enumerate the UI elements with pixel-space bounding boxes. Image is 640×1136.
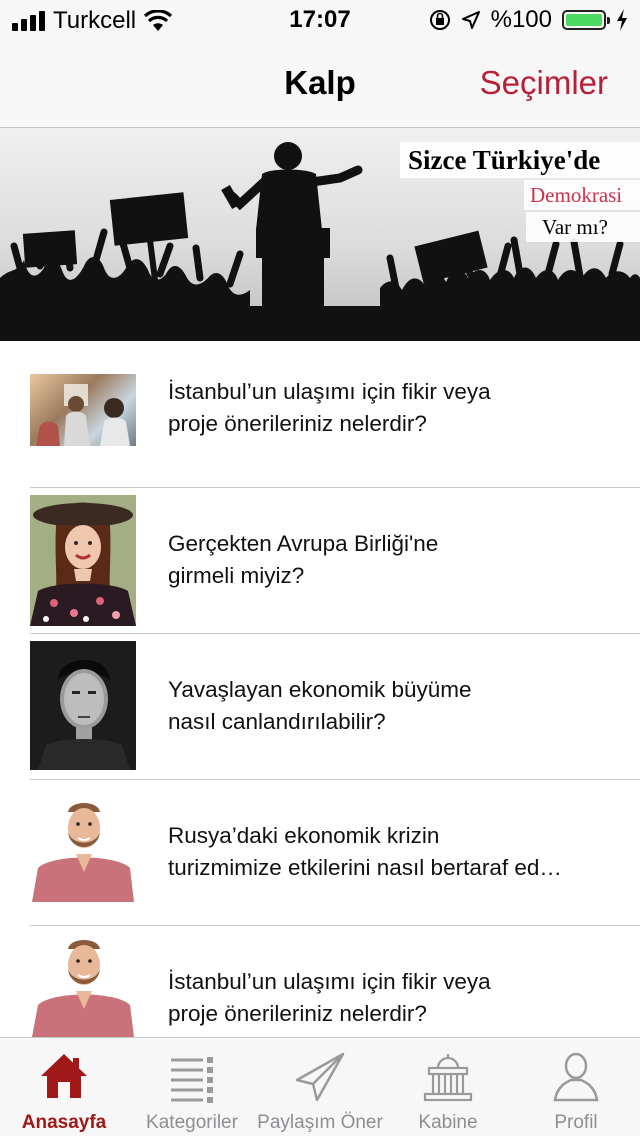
list-item-title-line2: proje önerileriniz nelerdir? [168, 411, 427, 436]
list-item-title-line2: proje önerileriniz nelerdir? [168, 1001, 427, 1026]
tab-label: Profil [554, 1112, 598, 1133]
featured-banner[interactable]: Sizce Türkiye'de Demokrasi Var mı? [0, 128, 640, 341]
tab-profile[interactable]: Profil [512, 1038, 640, 1136]
navigation-bar: Kalp Seçimler [0, 40, 640, 128]
banner-highlight: Demokrasi [524, 180, 640, 210]
person-icon [553, 1052, 599, 1102]
tab-label: Kategoriler [146, 1112, 238, 1133]
tab-home[interactable]: Anasayfa [0, 1038, 128, 1136]
tab-label: Paylaşım Öner [257, 1112, 383, 1133]
status-bar: Turkcell 17:07 %100 [0, 0, 640, 40]
list-item-title: İstanbul’un ulaşımı için fikir veya proj… [168, 966, 620, 1030]
list-item-title-line2: nasıl canlandırılabilir? [168, 709, 386, 734]
tab-cabinet[interactable]: Kabine [384, 1038, 512, 1136]
location-arrow-icon [461, 11, 480, 29]
tab-label: Anasayfa [21, 1112, 107, 1133]
list-item-title-line1: İstanbul’un ulaşımı için fikir veya [168, 969, 491, 994]
home-icon [41, 1054, 87, 1098]
list-item-title: İstanbul’un ulaşımı için fikir veya proj… [168, 376, 620, 440]
battery-percent: %100 [490, 6, 552, 33]
list-item-title-line2: girmeli miyiz? [168, 563, 305, 588]
list-item-title: Rusya’daki ekonomik krizin turizmimize e… [168, 820, 620, 884]
woman-in-hat-photo-thumbnail [30, 495, 136, 626]
list-item-title: Gerçekten Avrupa Birliği'ne girmeli miyi… [168, 528, 620, 592]
bearded-man-photo-thumbnail [30, 796, 136, 902]
orientation-lock-icon [429, 10, 450, 30]
list-item[interactable]: İstanbul’un ulaşımı için fikir veya proj… [0, 926, 640, 1037]
tab-categories[interactable]: Kategoriler [128, 1038, 256, 1136]
list-item[interactable]: Rusya’daki ekonomik krizin turizmimize e… [0, 780, 640, 925]
list-icon [171, 1057, 213, 1103]
charging-bolt-icon [617, 9, 627, 31]
tab-bar: Anasayfa Kategoriler Paylaşım Öner Kabin… [0, 1037, 640, 1136]
conference-photo-thumbnail [30, 374, 136, 446]
parliament-icon [423, 1054, 473, 1102]
list-item[interactable]: Yavaşlayan ekonomik büyüme nasıl canland… [0, 634, 640, 779]
list-item-title-line1: Yavaşlayan ekonomik büyüme [168, 677, 472, 702]
paper-plane-icon [295, 1052, 345, 1102]
tab-share-suggest[interactable]: Paylaşım Öner [256, 1038, 384, 1136]
status-right: %100 [429, 6, 628, 34]
list-item[interactable]: Gerçekten Avrupa Birliği'ne girmeli miyi… [0, 488, 640, 633]
tab-label: Kabine [418, 1112, 478, 1133]
list-item-title-line1: Rusya’daki ekonomik krizin [168, 823, 440, 848]
bearded-man-photo-thumbnail [30, 933, 136, 1037]
battery-icon [562, 10, 610, 30]
list-item-title: Yavaşlayan ekonomik büyüme nasıl canland… [168, 674, 620, 738]
man-portrait-photo-thumbnail [30, 641, 136, 770]
selections-button[interactable]: Seçimler [480, 64, 608, 102]
banner-question: Var mı? [526, 212, 640, 242]
list-item-title-line1: Gerçekten Avrupa Birliği'ne [168, 531, 439, 556]
list-item-title-line2: turizmimize etkilerini nasıl bertaraf ed… [168, 855, 562, 880]
banner-headline: Sizce Türkiye'de [400, 142, 640, 178]
list-item-title-line1: İstanbul’un ulaşımı için fikir veya [168, 379, 491, 404]
list-item[interactable]: İstanbul’un ulaşımı için fikir veya proj… [0, 341, 640, 487]
